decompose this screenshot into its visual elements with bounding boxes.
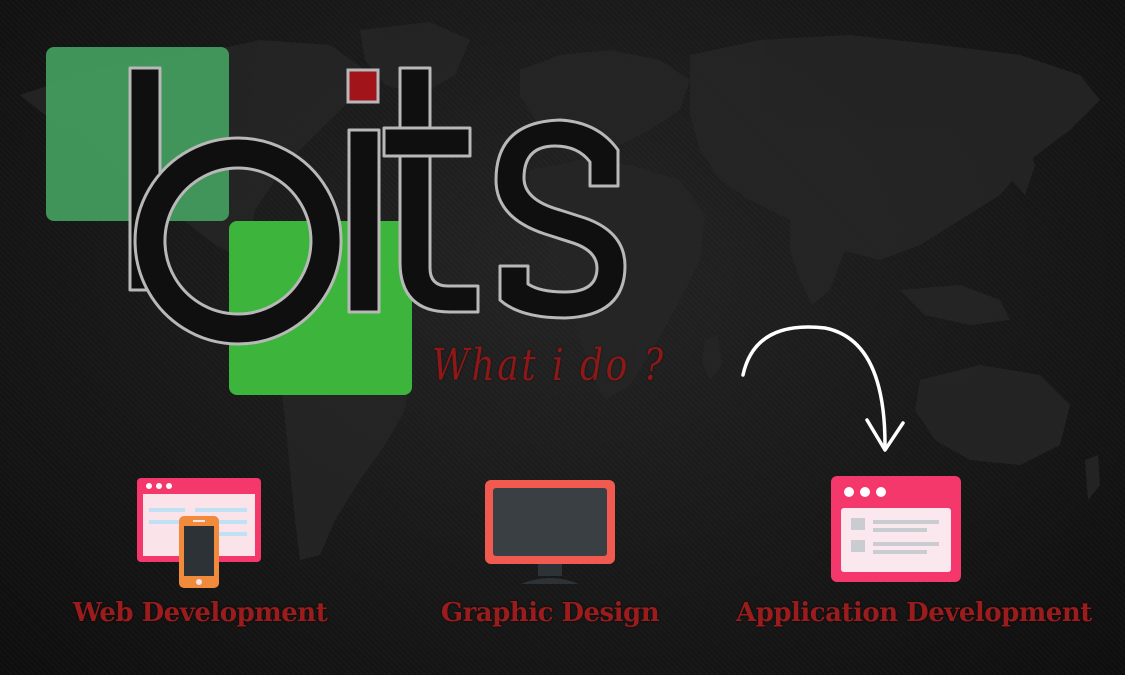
web-browser-phone-icon [137, 478, 261, 588]
service-label-application-development: Application Development [736, 598, 1092, 628]
service-graphic-design[interactable]: Graphic Design [390, 472, 710, 628]
monitor-icon [485, 480, 615, 584]
tagline: What i do ? [432, 340, 666, 391]
app-window-icon [831, 476, 961, 582]
service-application-development[interactable]: Application Development [736, 472, 1092, 628]
service-web-development[interactable]: Web Development [40, 472, 360, 628]
service-label-web-development: Web Development [72, 598, 328, 628]
curved-arrow-icon [741, 325, 905, 452]
banner: What i do ? Web Development Graphic Desi… [0, 0, 1125, 675]
logo-i-dot [346, 68, 380, 104]
service-label-graphic-design: Graphic Design [440, 598, 660, 628]
